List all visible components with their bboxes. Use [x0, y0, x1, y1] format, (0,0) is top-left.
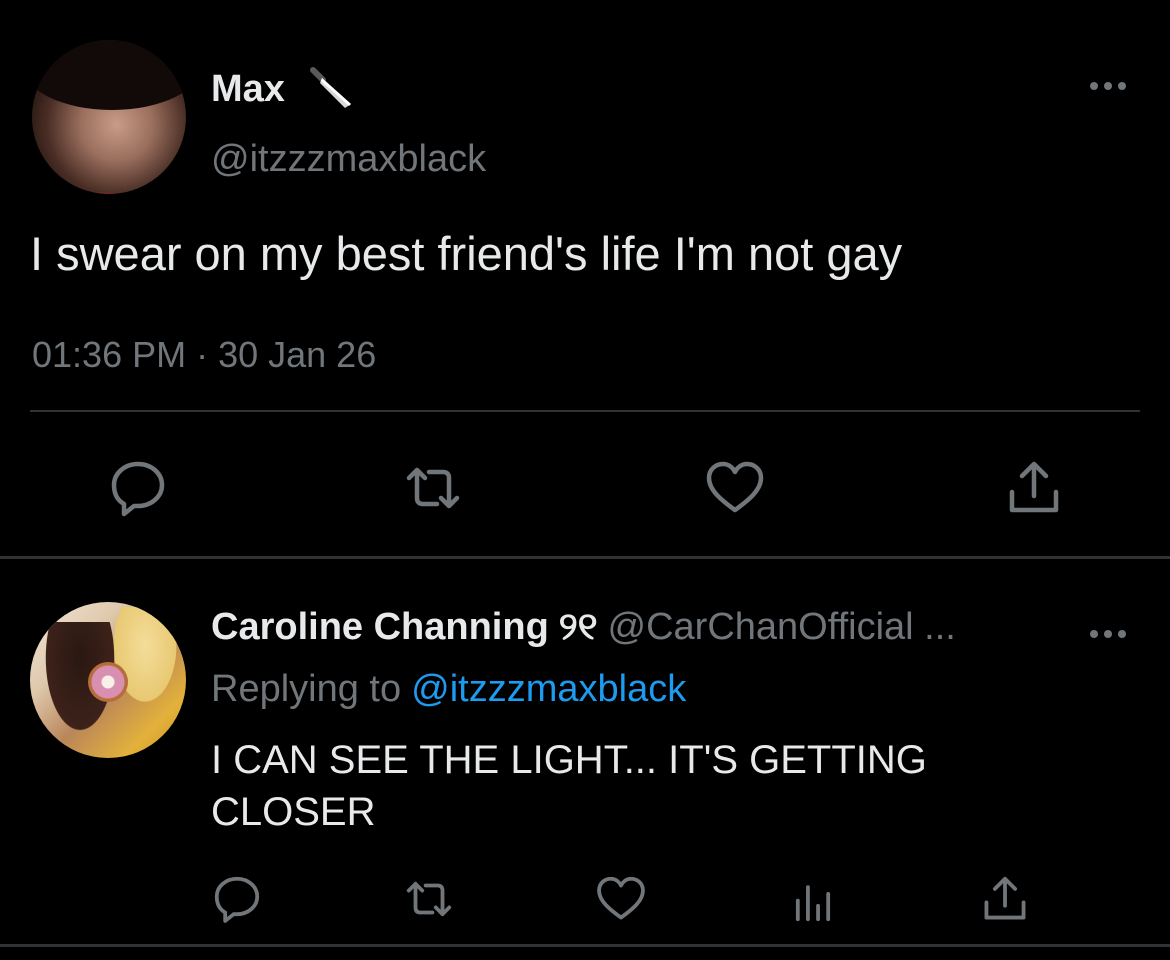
analytics-icon[interactable]: [786, 872, 840, 926]
tweet-separator: [0, 944, 1170, 947]
share-icon[interactable]: [1002, 456, 1066, 520]
divider: [30, 410, 1140, 412]
share-icon[interactable]: [978, 872, 1032, 926]
like-icon[interactable]: [703, 456, 767, 520]
tweet-separator: [0, 556, 1170, 559]
avatar-lips: [84, 192, 124, 194]
avatar-donut: [88, 662, 128, 702]
like-icon[interactable]: [594, 872, 648, 926]
reply-header: Caroline Channing ୨୧ @CarChanOfficial ...: [211, 606, 956, 649]
retweet-icon[interactable]: [402, 872, 456, 926]
author-name[interactable]: Max: [211, 68, 285, 111]
reply-text: I CAN SEE THE LIGHT... IT'S GETTING CLOS…: [211, 738, 927, 834]
replying-to-link[interactable]: @itzzzmaxblack: [411, 668, 686, 710]
reply-icon[interactable]: [210, 872, 264, 926]
reply-icon[interactable]: [106, 456, 170, 520]
reply-author-name[interactable]: Caroline Channing: [211, 606, 549, 648]
tweet-text: I swear on my best friend's life I'm not…: [30, 227, 903, 280]
kitchen-knife-icon: [305, 64, 359, 114]
reply-author-emoji: ୨୧: [558, 606, 598, 648]
replying-to-label: Replying to: [211, 668, 402, 710]
avatar-hair: [32, 40, 186, 110]
more-horizontal-icon[interactable]: [1088, 622, 1128, 646]
reply-author-handle[interactable]: @CarChanOfficial ...: [608, 606, 956, 648]
retweet-icon[interactable]: [401, 456, 465, 520]
tweet-timestamp[interactable]: 01:36 PM · 30 Jan 26: [32, 334, 376, 376]
reply-author-avatar[interactable]: [30, 602, 186, 758]
more-horizontal-icon[interactable]: [1088, 74, 1128, 98]
replying-to-line: Replying to @itzzzmaxblack: [211, 668, 686, 711]
author-handle[interactable]: @itzzzmaxblack: [211, 138, 486, 181]
author-avatar[interactable]: [32, 40, 186, 194]
